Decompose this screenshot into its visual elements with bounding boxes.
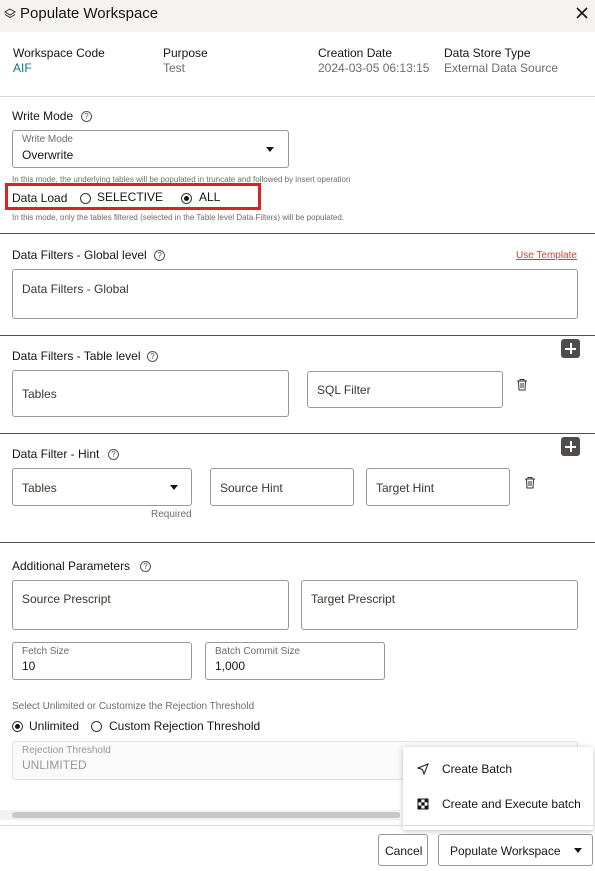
workspace-code-value[interactable]: AIF — [13, 61, 32, 75]
meta-divider — [0, 96, 595, 97]
delete-icon[interactable] — [524, 476, 536, 489]
target-hint-placeholder: Target Hint — [376, 481, 435, 495]
close-icon[interactable] — [575, 6, 589, 20]
fetch-size-value: 10 — [22, 659, 36, 673]
hint-tables-placeholder: Tables — [22, 481, 57, 495]
purpose-label: Purpose — [163, 46, 208, 60]
radio-selective[interactable] — [80, 193, 91, 204]
hint-filter-title: Data Filter - Hint — [12, 447, 100, 461]
add-hint-button[interactable] — [561, 437, 580, 456]
sql-filter-input[interactable]: SQL Filter — [307, 371, 503, 408]
add-table-filter-button[interactable] — [561, 339, 580, 358]
radio-all[interactable] — [181, 193, 192, 204]
batch-commit-size-label: Batch Commit Size — [215, 646, 301, 657]
creation-date-value: 2024-03-05 06:13:15 — [318, 61, 430, 75]
delete-icon[interactable] — [516, 378, 528, 391]
help-icon[interactable]: ? — [108, 449, 119, 460]
chevron-down-icon — [266, 147, 274, 152]
fetch-size-label: Fetch Size — [22, 646, 70, 657]
checkered-flag-icon — [417, 798, 429, 810]
write-mode-field-label: Write Mode — [22, 134, 73, 145]
workspace-code-label: Workspace Code — [13, 46, 105, 60]
write-mode-title: Write Mode — [12, 109, 74, 123]
additional-params-title: Additional Parameters — [12, 559, 131, 573]
purpose-value: Test — [163, 61, 186, 75]
populate-workspace-label: Populate Workspace — [450, 844, 561, 858]
write-mode-select[interactable]: Write Mode Overwrite — [12, 130, 289, 168]
source-prescript-input[interactable]: Source Prescript — [12, 580, 289, 630]
source-prescript-placeholder: Source Prescript — [22, 592, 111, 606]
sql-filter-placeholder: SQL Filter — [317, 383, 371, 397]
section-divider — [0, 542, 595, 543]
footer-divider — [0, 825, 595, 826]
global-filter-placeholder: Data Filters - Global — [22, 282, 129, 296]
table-filter-tables-input[interactable]: Tables — [12, 370, 289, 417]
dialog-title: Populate Workspace — [20, 5, 159, 22]
dialog-header: Populate Workspace — [0, 0, 595, 32]
help-icon[interactable]: ? — [147, 351, 158, 362]
cancel-button[interactable]: Cancel — [378, 834, 428, 866]
section-divider — [0, 433, 595, 434]
workspace-icon — [4, 8, 16, 19]
section-divider — [0, 335, 595, 336]
radio-custom-threshold[interactable] — [91, 721, 102, 732]
target-hint-input[interactable]: Target Hint — [366, 468, 510, 506]
help-icon[interactable]: ? — [81, 111, 92, 122]
tables-placeholder: Tables — [22, 387, 57, 401]
data-load-label: Data Load — [12, 191, 68, 205]
rejection-threshold-label: Rejection Threshold — [22, 745, 111, 756]
batch-commit-size-input[interactable]: Batch Commit Size 1,000 — [205, 642, 385, 680]
radio-unlimited[interactable] — [12, 721, 23, 732]
data-store-type-value: External Data Source — [444, 61, 559, 75]
target-prescript-input[interactable]: Target Prescript — [301, 580, 578, 630]
scrollbar-thumb[interactable] — [12, 812, 400, 818]
send-icon — [417, 763, 429, 775]
rejection-caption: Select Unlimited or Customize the Reject… — [12, 701, 255, 712]
cancel-button-label: Cancel — [385, 844, 423, 858]
radio-custom-threshold-label[interactable]: Custom Rejection Threshold — [109, 719, 260, 733]
source-hint-input[interactable]: Source Hint — [210, 468, 354, 506]
use-template-link[interactable]: Use Template — [516, 250, 577, 261]
global-filters-title: Data Filters - Global level — [12, 248, 147, 262]
rejection-threshold-value: UNLIMITED — [22, 758, 87, 772]
table-filters-title: Data Filters - Table level — [12, 349, 141, 363]
batch-commit-size-value: 1,000 — [215, 659, 246, 673]
help-icon[interactable]: ? — [140, 561, 151, 572]
hint-tables-select[interactable]: Tables — [12, 468, 192, 506]
source-hint-placeholder: Source Hint — [220, 481, 283, 495]
menu-item-label: Create Batch — [442, 762, 513, 776]
write-mode-value: Overwrite — [22, 148, 74, 162]
radio-all-label[interactable]: ALL — [199, 190, 220, 204]
creation-date-label: Creation Date — [318, 46, 393, 60]
chevron-down-icon[interactable] — [574, 848, 582, 853]
menu-item-label: Create and Execute batch — [442, 797, 581, 811]
chevron-down-icon — [170, 485, 178, 490]
radio-unlimited-label[interactable]: Unlimited — [29, 719, 79, 733]
target-prescript-placeholder: Target Prescript — [311, 592, 396, 606]
global-filter-input[interactable]: Data Filters - Global — [12, 269, 578, 319]
data-store-type-label: Data Store Type — [444, 46, 531, 60]
menu-item-create-execute-batch[interactable]: Create and Execute batch — [403, 789, 593, 819]
required-label: Required — [151, 509, 192, 520]
help-icon[interactable]: ? — [154, 250, 165, 261]
populate-workspace-button[interactable]: Populate Workspace — [438, 834, 593, 866]
fetch-size-input[interactable]: Fetch Size 10 — [12, 642, 192, 680]
menu-item-create-batch[interactable]: Create Batch — [403, 754, 593, 784]
data-load-hint: In this mode, only the tables filtered (… — [12, 213, 345, 222]
radio-selective-label[interactable]: SELECTIVE — [97, 190, 163, 204]
section-divider — [0, 233, 595, 234]
populate-options-menu: Create Batch Create and Execute batch — [403, 747, 593, 830]
